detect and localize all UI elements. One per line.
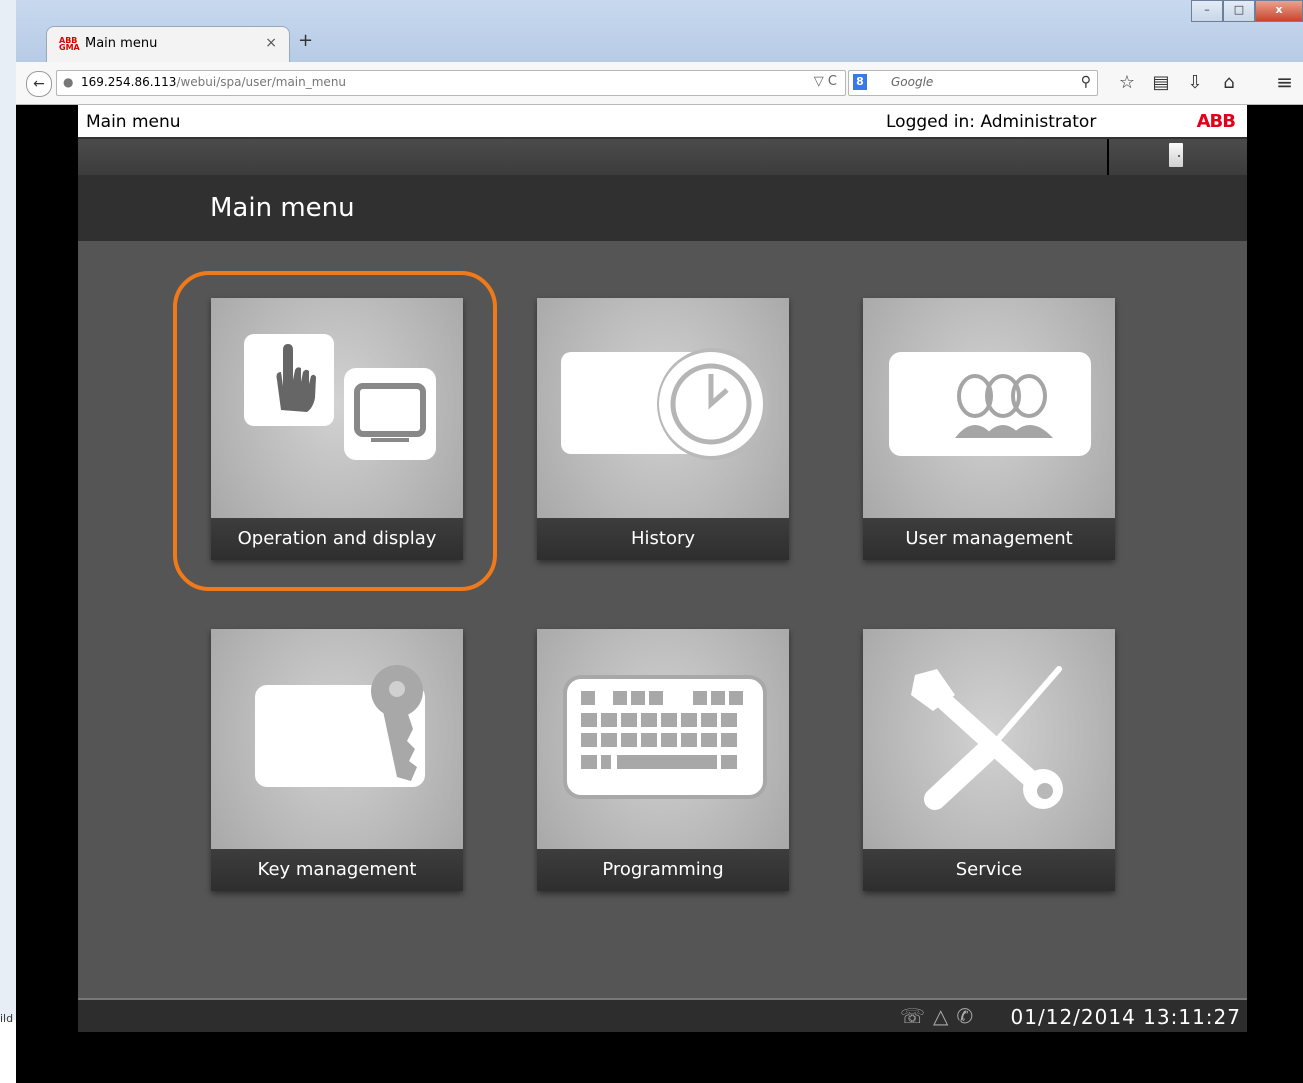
logged-in-label: Logged in: Administrator [886,112,1097,132]
selection-highlight-ring [173,271,497,591]
page-header: Main menu [78,175,1247,241]
window-controls: – □ x [1191,0,1303,22]
tools-icon [911,666,1063,810]
app-topbar: Main menu Logged in: Administrator ABB [78,105,1247,139]
topbar-title: Main menu [86,112,181,132]
users-icon [889,352,1091,456]
reload-icon[interactable]: ▽ C [814,74,837,89]
abb-favicon-icon: ABB GMA [59,36,80,52]
logout-button[interactable] [1107,139,1247,175]
alarm-icon: ☏ [900,1004,926,1028]
home-icon[interactable]: ⌂ [1218,72,1240,93]
phone-icon: ✆ [956,1004,974,1028]
tab-title: Main menu [85,36,158,51]
status-bar: ☏ △ ✆ 01/12/2014 13:11:27 [78,998,1247,1032]
background-desktop [0,0,16,1083]
new-tab-button[interactable]: + [298,30,313,51]
minimize-button[interactable]: – [1191,0,1223,22]
browser-tab[interactable]: ABB GMA Main menu × [46,26,290,63]
search-placeholder: Google [891,75,934,89]
tile-label: History [537,518,789,560]
globe-icon: ● [63,75,74,89]
reading-list-icon[interactable]: ▤ [1150,72,1172,93]
address-bar[interactable]: ● 169.254.86.113/webui/spa/user/main_men… [56,70,846,96]
browser-navbar: ← ● 169.254.86.113/webui/spa/user/main_m… [16,62,1303,105]
tile-user-management[interactable]: User management [863,298,1115,560]
key-icon [255,665,425,787]
google-icon[interactable]: 8 [853,74,867,90]
page-title: Main menu [210,193,355,223]
url-text: 169.254.86.113/webui/spa/user/main_menu [81,75,347,89]
tile-label: Programming [537,849,789,891]
tile-programming[interactable]: Programming [537,629,789,891]
bookmark-star-icon[interactable]: ☆ [1116,72,1138,93]
close-window-button[interactable]: x [1255,0,1303,22]
warning-icon: △ [933,1004,949,1028]
keyboard-icon [563,675,767,799]
download-icon[interactable]: ⇩ [1184,72,1206,93]
tile-label: Service [863,849,1115,891]
tile-label: User management [863,518,1115,560]
browser-window: ild ABB GMA Main menu × + – □ x ← ● 169.2… [0,0,1303,1083]
datetime: 01/12/2014 13:11:27 [1010,1005,1241,1029]
search-input[interactable]: 8 Google ⚲ [848,70,1098,96]
maximize-button[interactable]: □ [1223,0,1255,22]
door-logout-icon [1169,143,1183,167]
tab-close-icon[interactable]: × [265,35,277,51]
tile-key-management[interactable]: Key management [211,629,463,891]
browser-titlebar: ABB GMA Main menu × + – □ x [16,0,1303,63]
tile-service[interactable]: Service [863,629,1115,891]
search-icon[interactable]: ⚲ [1081,74,1091,90]
background-text: ild [0,1012,14,1025]
abb-logo: ABB [1196,111,1236,132]
back-button[interactable]: ← [26,71,52,97]
tile-label: Key management [211,849,463,891]
history-clock-icon [561,348,769,460]
tile-history[interactable]: History [537,298,789,560]
hamburger-menu-icon[interactable]: ≡ [1276,70,1293,94]
app-toolbar [78,139,1247,175]
